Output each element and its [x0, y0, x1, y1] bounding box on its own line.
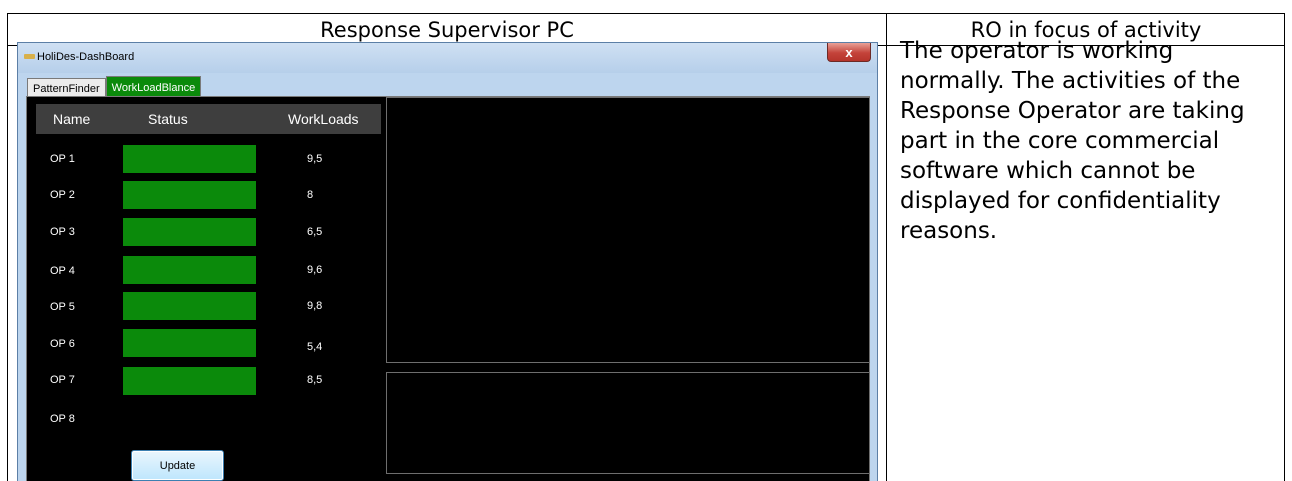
window-titlebar[interactable]: HoliDes-DashBoard x	[18, 43, 877, 73]
column-header-status: Status	[148, 111, 188, 127]
workload-value: 5,4	[307, 341, 323, 353]
column-divider	[886, 14, 887, 481]
tab-workloadblance[interactable]: WorkLoadBlance	[105, 76, 202, 98]
operator-name: OP 5	[50, 301, 75, 313]
operator-name: OP 6	[50, 338, 75, 350]
tab-bar: PatternFinder WorkLoadBlance	[27, 76, 202, 98]
tab-patternfinder[interactable]: PatternFinder	[27, 78, 106, 98]
app-icon	[24, 54, 35, 59]
window-title: HoliDes-DashBoard	[37, 51, 135, 63]
grid-header: Name Status WorkLoads	[36, 104, 381, 134]
operator-name: OP 4	[50, 265, 75, 277]
status-bar	[123, 218, 256, 246]
close-button[interactable]: x	[827, 43, 871, 62]
workload-value: 9,6	[307, 264, 323, 276]
operator-name: OP 7	[50, 374, 75, 386]
operator-name: OP 3	[50, 226, 75, 238]
column-header-name: Name	[53, 111, 91, 127]
status-bar	[123, 181, 256, 209]
workload-value: 8,5	[307, 374, 323, 386]
workload-content: Name Status WorkLoads OP 1 9,5 OP 2 8 OP…	[26, 96, 870, 481]
close-icon: x	[845, 44, 853, 60]
status-bar	[123, 329, 256, 357]
operator-name: OP 2	[50, 189, 75, 201]
update-button[interactable]: Update	[131, 450, 224, 481]
dashboard-window: HoliDes-DashBoard x PatternFinder WorkLo…	[17, 42, 878, 481]
column-header-workloads: WorkLoads	[288, 111, 359, 127]
top-display-panel	[386, 97, 870, 363]
workload-value: 9,8	[307, 300, 323, 312]
workload-value: 9,5	[307, 153, 323, 165]
status-bar	[123, 292, 256, 320]
description-text: The operator is working normally. The ac…	[900, 38, 1245, 244]
workload-value: 8	[307, 189, 314, 201]
operator-name: OP 8	[50, 413, 75, 425]
bottom-display-panel	[386, 372, 870, 474]
status-bar	[123, 256, 256, 284]
status-bar	[123, 145, 256, 173]
operator-name: OP 1	[50, 153, 75, 165]
workload-value: 6,5	[307, 226, 323, 238]
status-bar	[123, 367, 256, 395]
header-response-supervisor-pc: Response Supervisor PC	[320, 17, 574, 42]
